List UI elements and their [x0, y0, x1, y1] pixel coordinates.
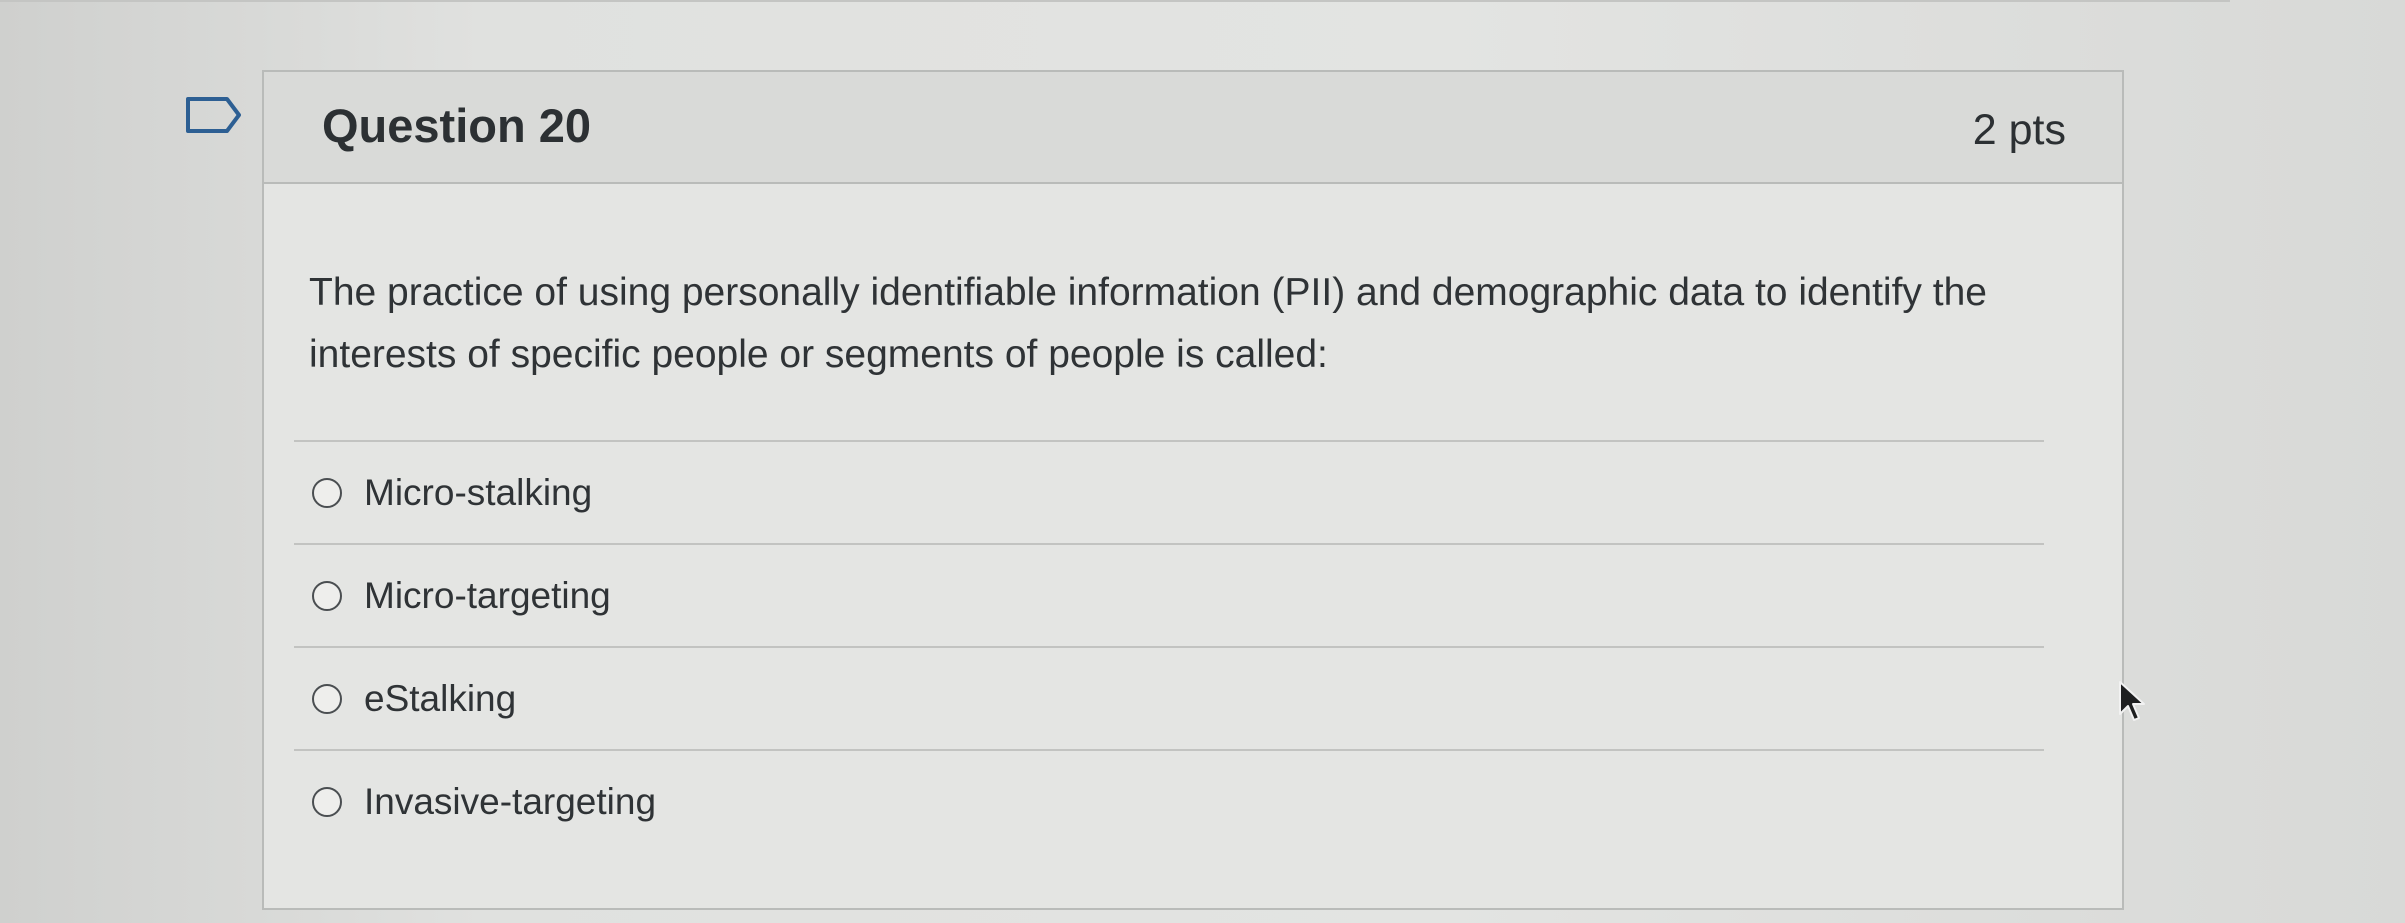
answer-option-estalking[interactable]: eStalking [294, 648, 2094, 749]
flag-question-icon[interactable] [185, 96, 243, 134]
question-text: The practice of using personally identif… [309, 271, 1987, 376]
answer-option-micro-targeting[interactable]: Micro-targeting [294, 545, 2094, 646]
answer-label[interactable]: Invasive-targeting [364, 781, 656, 823]
question-points: 2 pts [1972, 106, 2066, 154]
radio-button[interactable] [312, 786, 342, 817]
question-header: Question 20 2 pts [264, 72, 2122, 184]
question-card: Question 20 2 pts The practice of using … [262, 70, 2124, 910]
radio-button[interactable] [312, 683, 342, 714]
radio-button[interactable] [312, 477, 342, 508]
answer-list: Micro-stalking Micro-targeting eStalking… [294, 440, 2094, 852]
answer-option-invasive-targeting[interactable]: Invasive-targeting [294, 751, 2094, 852]
radio-button[interactable] [312, 580, 342, 611]
answer-option-micro-stalking[interactable]: Micro-stalking [294, 442, 2094, 543]
top-divider [0, 0, 2230, 2]
answer-label[interactable]: Micro-stalking [364, 472, 592, 514]
answer-label[interactable]: Micro-targeting [364, 575, 611, 617]
mouse-pointer-icon [2119, 681, 2145, 721]
question-title: Question 20 [322, 99, 592, 152]
quiz-page: Question 20 2 pts The practice of using … [0, 0, 2405, 923]
answer-label[interactable]: eStalking [364, 678, 516, 720]
